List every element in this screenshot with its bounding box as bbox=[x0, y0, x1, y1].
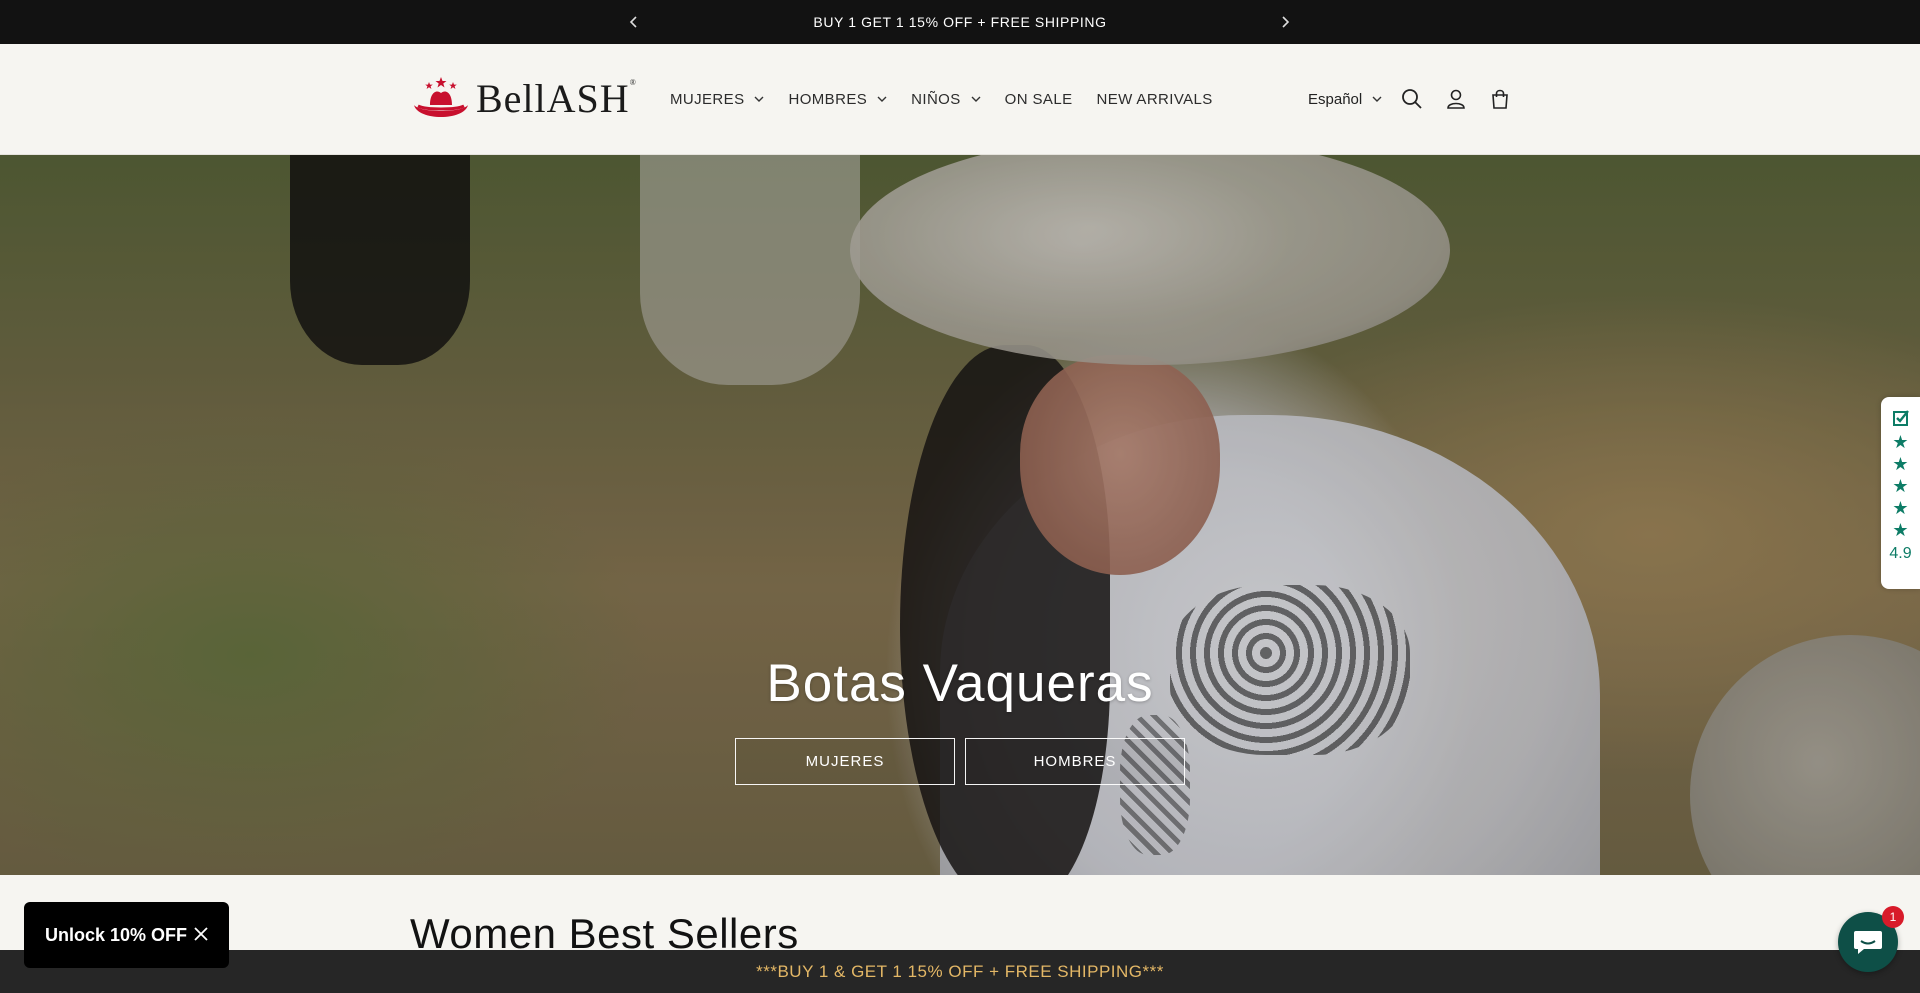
star-icon: ★ bbox=[1892, 476, 1909, 496]
hero-button-mujeres[interactable]: MUJERES bbox=[735, 738, 955, 785]
close-icon[interactable] bbox=[191, 924, 211, 944]
star-icon: ★ bbox=[1892, 432, 1909, 452]
discount-popup[interactable]: Unlock 10% OFF bbox=[24, 902, 229, 968]
star-icon: ★ bbox=[1892, 454, 1909, 474]
logo-wordmark: BellASH® bbox=[476, 76, 637, 121]
chat-button[interactable]: 1 bbox=[1838, 906, 1904, 972]
announcement-text: BUY 1 GET 1 15% OFF + FREE SHIPPING bbox=[813, 14, 1107, 30]
nav-item-mujeres[interactable]: MUJERES bbox=[658, 91, 776, 108]
chevron-down-icon bbox=[877, 94, 887, 105]
chat-icon bbox=[1854, 931, 1882, 954]
nav-item-label: HOMBRES bbox=[788, 90, 868, 108]
chevron-left-icon[interactable] bbox=[619, 0, 649, 44]
rating-score: 4.9 bbox=[1889, 545, 1912, 562]
nav-item-on-sale[interactable]: ON SALE bbox=[993, 91, 1085, 108]
language-label: Español bbox=[1308, 90, 1363, 108]
search-icon[interactable] bbox=[1390, 77, 1434, 121]
nav-item-label: ON SALE bbox=[1004, 90, 1073, 108]
chevron-down-icon bbox=[971, 94, 981, 105]
hero-banner: Botas Vaqueras MUJERES HOMBRES bbox=[0, 155, 1920, 875]
nav-item-ninos[interactable]: NIÑOS bbox=[899, 91, 993, 108]
cowboy-hat-logo-icon bbox=[414, 77, 468, 117]
chevron-right-icon[interactable] bbox=[1270, 0, 1300, 44]
site-header: BellASH® MUJERES HOMBRES NIÑOS ON SALE N… bbox=[0, 44, 1920, 155]
notification-badge: 1 bbox=[1882, 906, 1904, 928]
hero-content: Botas Vaqueras MUJERES HOMBRES bbox=[0, 155, 1920, 875]
account-icon[interactable] bbox=[1434, 77, 1478, 121]
reviews-widget[interactable]: ★ ★ ★ ★ ★ 4.9 bbox=[1881, 397, 1920, 589]
nav-item-new-arrivals[interactable]: NEW ARRIVALS bbox=[1084, 91, 1224, 108]
nav-item-label: NIÑOS bbox=[911, 90, 961, 108]
nav-item-label: MUJERES bbox=[670, 90, 745, 108]
main-nav: MUJERES HOMBRES NIÑOS ON SALE NEW ARRIVA… bbox=[658, 44, 1225, 154]
nav-item-label: NEW ARRIVALS bbox=[1096, 90, 1213, 108]
star-icon: ★ bbox=[1892, 520, 1909, 540]
language-selector[interactable]: Español bbox=[1300, 91, 1390, 108]
hero-buttons: MUJERES HOMBRES bbox=[0, 738, 1920, 785]
nav-item-hombres[interactable]: HOMBRES bbox=[776, 91, 899, 108]
hero-button-hombres[interactable]: HOMBRES bbox=[965, 738, 1185, 785]
bottom-promo-bar: ***BUY 1 & GET 1 15% OFF + FREE SHIPPING… bbox=[0, 950, 1920, 993]
chevron-down-icon bbox=[754, 94, 764, 105]
announcement-bar: BUY 1 GET 1 15% OFF + FREE SHIPPING bbox=[0, 0, 1920, 44]
bottom-promo-text: ***BUY 1 & GET 1 15% OFF + FREE SHIPPING… bbox=[756, 961, 1164, 981]
logo[interactable]: BellASH® bbox=[412, 74, 636, 124]
header-actions: Español bbox=[1300, 44, 1522, 154]
cart-icon[interactable] bbox=[1478, 77, 1522, 121]
verified-check-icon bbox=[1892, 410, 1909, 426]
chevron-down-icon bbox=[1372, 94, 1382, 105]
star-icon: ★ bbox=[1892, 498, 1909, 518]
discount-popup-label: Unlock 10% OFF bbox=[45, 924, 188, 945]
hero-title: Botas Vaqueras bbox=[766, 654, 1154, 713]
